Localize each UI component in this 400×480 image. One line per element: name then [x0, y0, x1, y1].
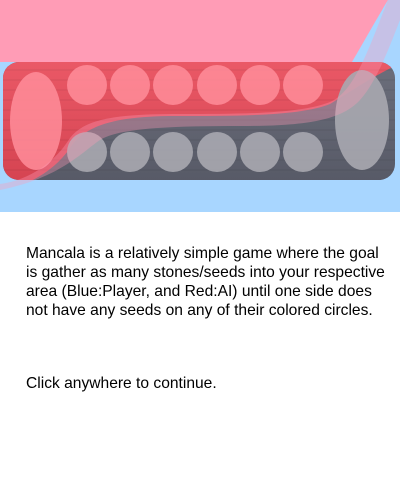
player-pit — [153, 132, 193, 172]
ai-pit — [153, 65, 193, 105]
mancala-board-illustration — [0, 0, 400, 212]
ai-pit — [110, 65, 150, 105]
player-pit — [110, 132, 150, 172]
ai-pit — [67, 65, 107, 105]
continue-prompt[interactable]: Click anywhere to continue. — [26, 374, 217, 393]
tutorial-screen[interactable]: Mancala is a relatively simple game wher… — [0, 0, 400, 480]
player-pit — [197, 132, 237, 172]
player-pit — [283, 132, 323, 172]
ai-pit — [197, 65, 237, 105]
ai-store — [10, 72, 62, 170]
instructions-text: Mancala is a relatively simple game wher… — [26, 245, 385, 319]
mancala-board-graphic — [0, 0, 400, 212]
ai-pit — [240, 65, 280, 105]
player-pit — [240, 132, 280, 172]
ai-pit — [283, 65, 323, 105]
